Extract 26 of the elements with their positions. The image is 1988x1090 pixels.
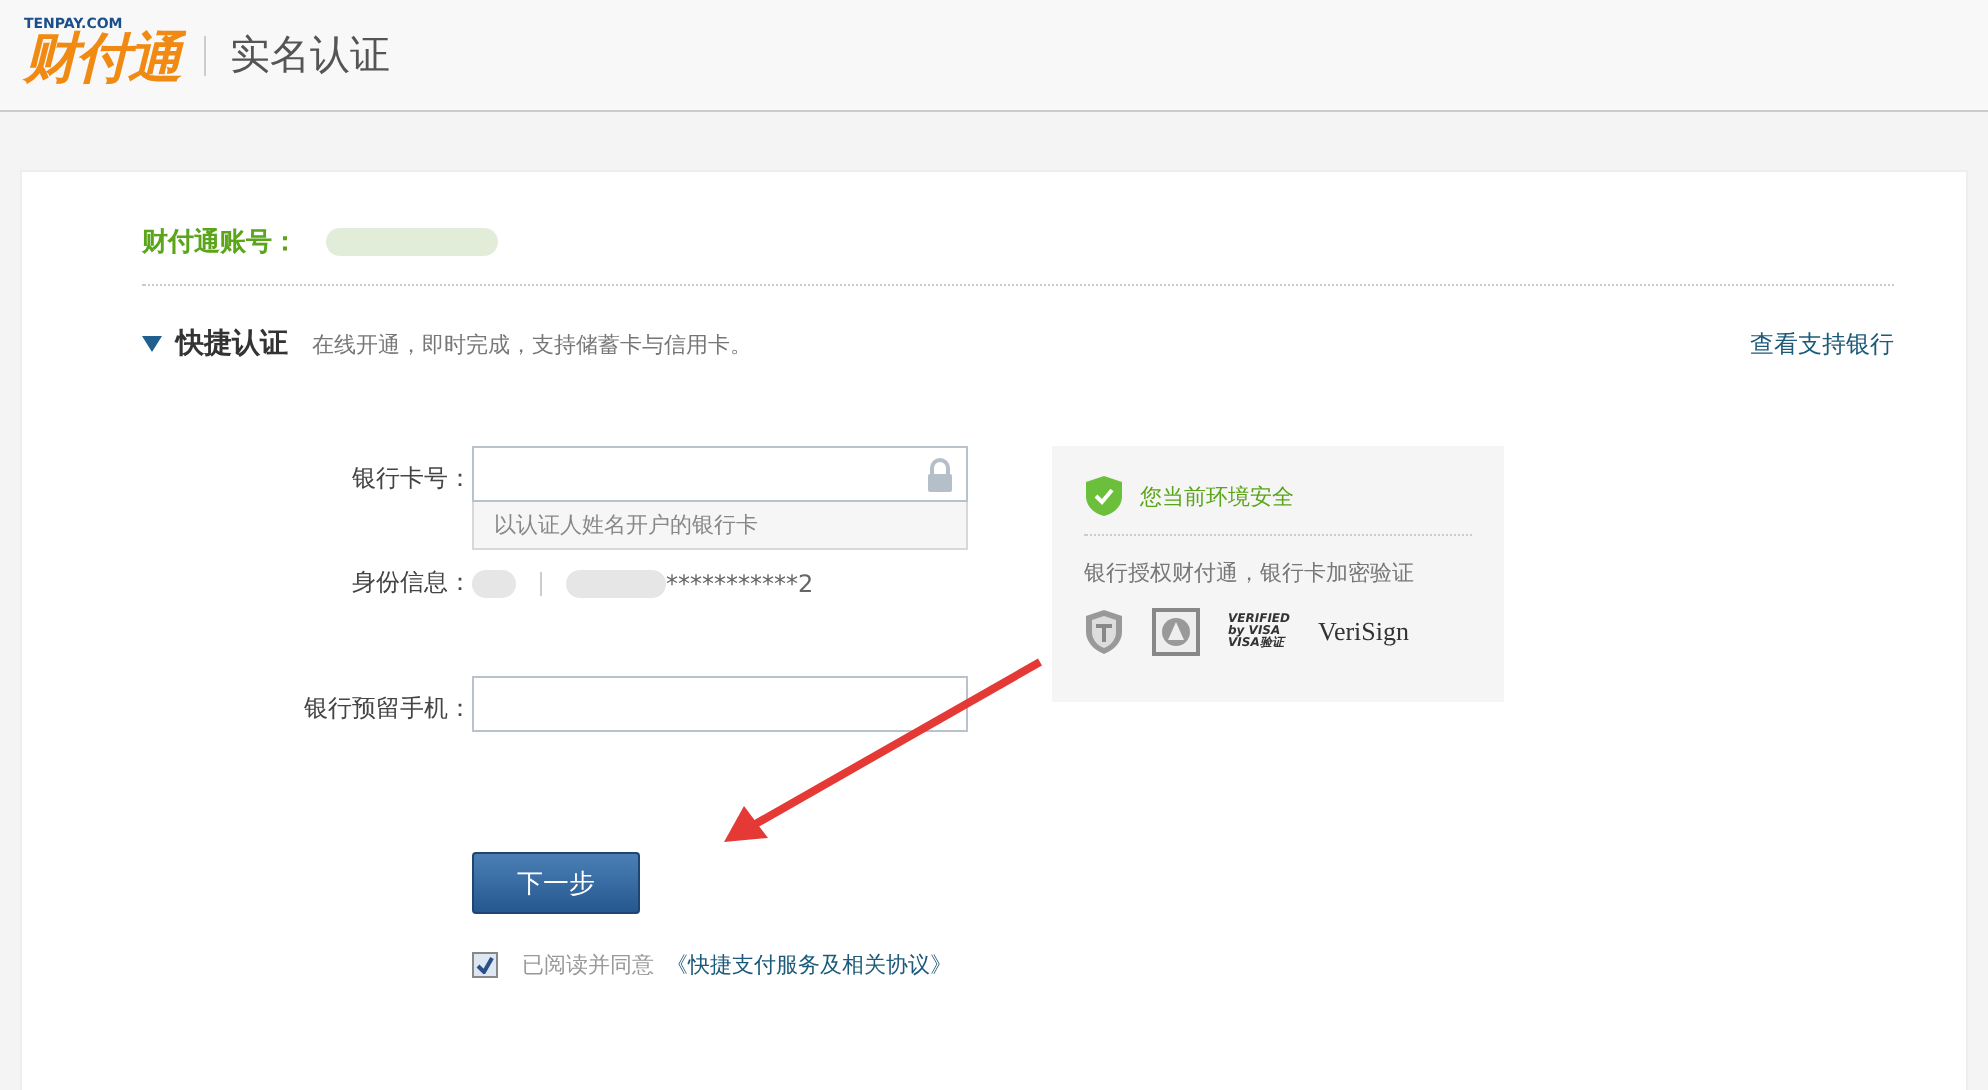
card-number-field[interactable] bbox=[472, 446, 968, 502]
phone-field[interactable] bbox=[472, 676, 968, 732]
shield-t-icon bbox=[1084, 608, 1124, 656]
account-label: 财付通账号： bbox=[142, 226, 298, 260]
verisign-logo-text: VeriSign bbox=[1318, 616, 1410, 648]
id-number: ***********2 bbox=[666, 569, 814, 597]
shield-check-icon bbox=[1084, 474, 1124, 518]
agreement-link[interactable]: 《快捷支付服务及相关协议》 bbox=[666, 950, 952, 980]
supported-banks-link[interactable]: 查看支持银行 bbox=[1750, 327, 1894, 361]
next-step-button[interactable]: 下一步 bbox=[472, 852, 640, 914]
field-label: 身份信息： bbox=[350, 566, 472, 600]
agreement-checkbox[interactable] bbox=[472, 952, 498, 978]
blurred-name bbox=[472, 569, 516, 597]
collapse-triangle-icon[interactable] bbox=[142, 336, 162, 352]
page-title: 实名认证 bbox=[230, 28, 390, 82]
section-description: 在线开通，即时完成，支持储蓄卡与信用卡。 bbox=[312, 329, 754, 359]
seal-icon bbox=[1152, 608, 1200, 656]
field-hint: 以认证人姓名开户的银行卡 bbox=[472, 502, 968, 550]
field-label: 银行卡号： bbox=[350, 462, 472, 496]
field-label: 银行预留手机： bbox=[302, 692, 472, 726]
security-description: 银行授权财付通，银行卡加密验证 bbox=[1084, 558, 1416, 588]
section-title: 快捷认证 bbox=[176, 326, 288, 362]
security-status: 您当前环境安全 bbox=[1140, 481, 1294, 511]
agreement-text: 已阅读并同意 bbox=[522, 950, 654, 980]
lock-icon bbox=[926, 457, 954, 491]
blurred-id bbox=[566, 569, 666, 597]
